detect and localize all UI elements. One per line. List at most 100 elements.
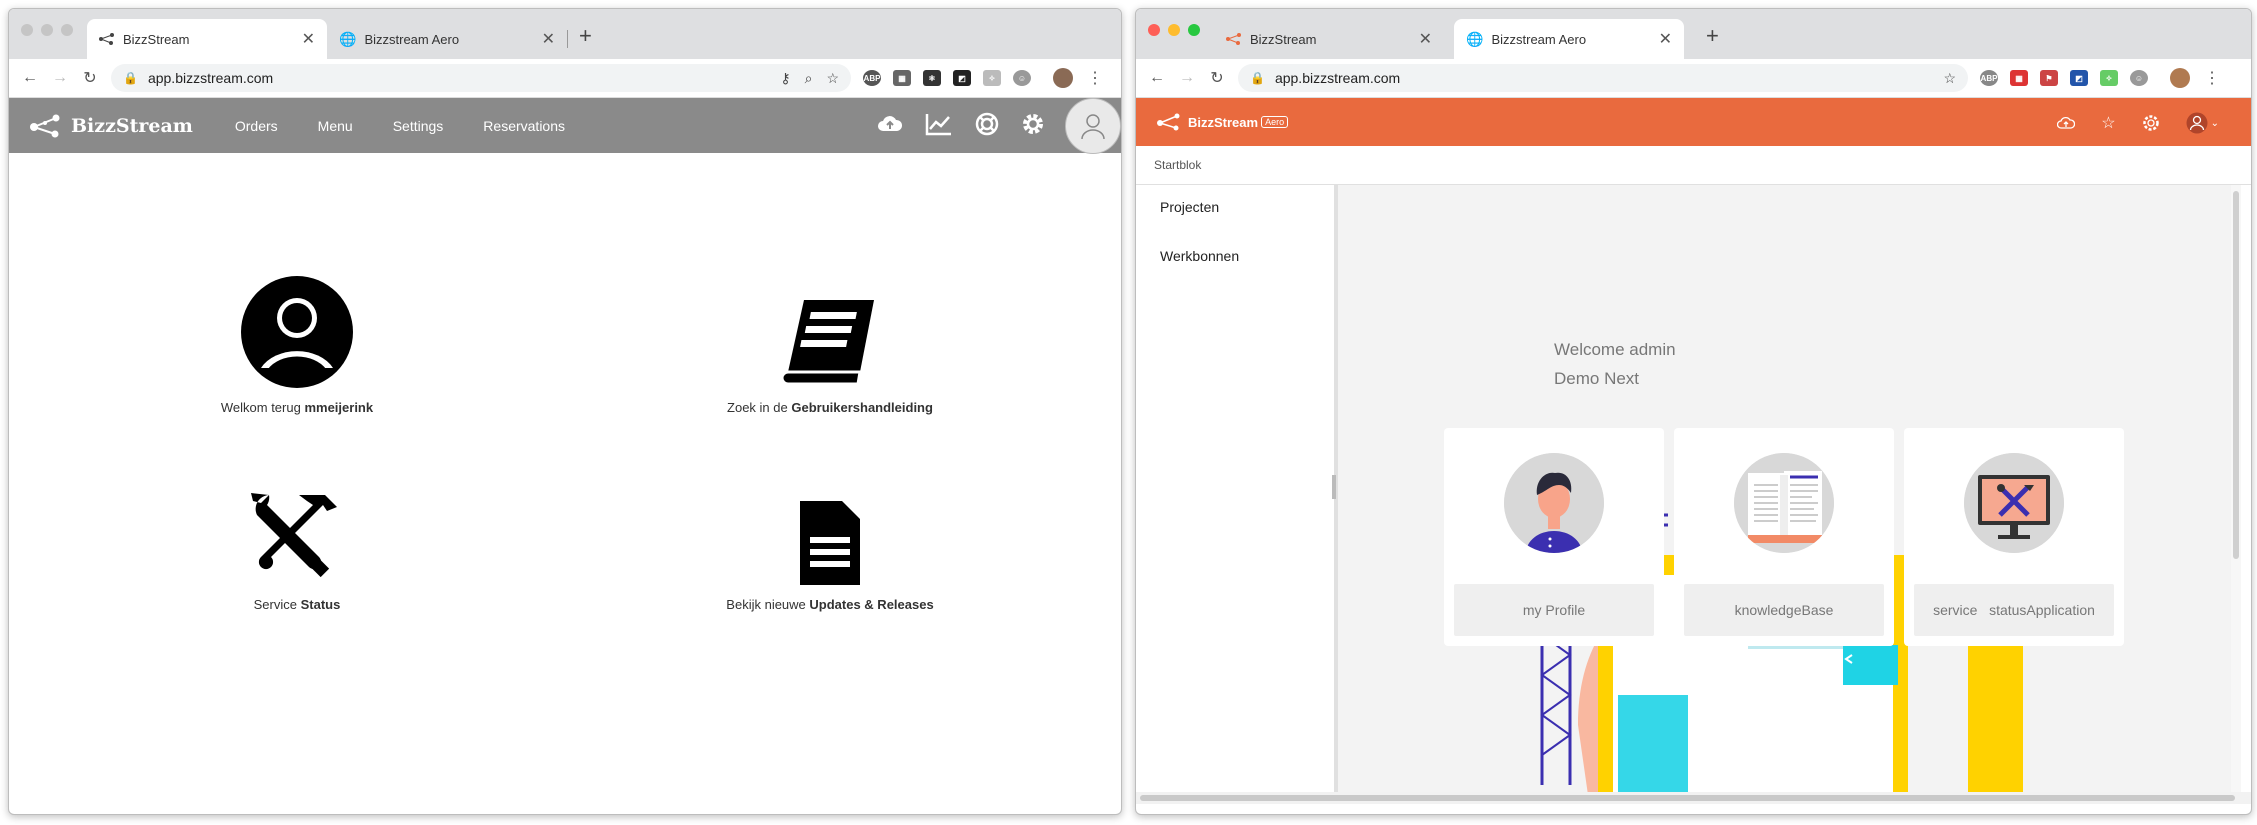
star-icon[interactable]: ☆ xyxy=(2101,113,2115,133)
gear-icon[interactable] xyxy=(1021,112,1045,136)
zoom-window-button[interactable] xyxy=(61,24,73,36)
welcome-text: Welcome admin Demo Next xyxy=(1554,335,1676,393)
extensions: ABP ▦ ⚛ ◩ ✧ ☺ xyxy=(863,68,1073,88)
close-tab-icon[interactable]: ✕ xyxy=(542,29,555,49)
profile-avatar[interactable] xyxy=(2170,68,2190,88)
key-icon[interactable]: ⚷ xyxy=(780,70,790,87)
tile-user-manual[interactable]: Zoek in de Gebruikershandleiding xyxy=(590,278,1070,415)
menu-orders[interactable]: Orders xyxy=(215,118,298,134)
minimize-window-button[interactable] xyxy=(41,24,53,36)
vertical-scrollbar[interactable] xyxy=(2231,185,2241,792)
card-service-status[interactable]: service statusApplication xyxy=(1904,428,2124,646)
sidebar-item-werkbonnen[interactable]: Werkbonnen xyxy=(1136,248,1334,264)
extension-icon[interactable]: ☺ xyxy=(2130,70,2148,86)
close-window-button[interactable] xyxy=(1148,24,1160,36)
caption-strong: mmeijerink xyxy=(304,400,374,415)
tab-strip: BizzStream ✕ 🌐 Bizzstream Aero ✕ + xyxy=(9,9,1121,59)
extension-icon[interactable]: ▦ xyxy=(2010,70,2028,86)
extension-icon[interactable]: ◩ xyxy=(2070,70,2088,86)
extension-icon[interactable]: ☺ xyxy=(1013,70,1031,86)
sidebar-item-projecten[interactable]: Projecten xyxy=(1136,199,1334,215)
cloud-upload-icon[interactable] xyxy=(877,112,903,136)
caption-strong: Gebruikershandleiding xyxy=(791,400,933,415)
url-field[interactable]: 🔒 app.bizzstream.com ⚷ ⌕ ☆ xyxy=(111,64,851,92)
card-knowledge-base[interactable]: knowledgeBase xyxy=(1674,428,1894,646)
tile-service-status[interactable]: Service Status xyxy=(57,475,537,612)
tile-caption: Bekijk nieuwe Updates & Releases xyxy=(590,597,1070,612)
close-tab-icon[interactable]: ✕ xyxy=(1659,29,1672,49)
reload-icon[interactable]: ↻ xyxy=(1202,68,1232,88)
browser-menu-icon[interactable]: ⋮ xyxy=(1087,68,1103,88)
card-my-profile[interactable]: my Profile xyxy=(1444,428,1664,646)
extension-icon[interactable]: ⚑ xyxy=(2040,70,2058,86)
forward-icon[interactable]: → xyxy=(1172,69,1202,87)
tab-bizzstream-aero[interactable]: 🌐 Bizzstream Aero ✕ xyxy=(1454,19,1684,59)
scrollbar-thumb[interactable] xyxy=(2233,191,2239,559)
globe-icon: 🌐 xyxy=(1466,30,1484,47)
bizzstream-favicon-icon xyxy=(99,33,114,45)
zoom-icon[interactable]: ⌕ xyxy=(805,70,813,87)
card-label: service statusApplication xyxy=(1914,584,2114,636)
caption-prefix: Welkom terug xyxy=(220,400,305,415)
user-icon xyxy=(1081,114,1105,140)
back-icon[interactable]: ← xyxy=(1142,69,1172,87)
cloud-upload-icon[interactable] xyxy=(2057,115,2076,131)
extension-icon[interactable]: ◩ xyxy=(953,70,971,86)
tab-label: BizzStream xyxy=(1250,31,1317,47)
user-avatar[interactable] xyxy=(1065,98,1121,154)
tools-icon xyxy=(251,493,337,578)
user-icon xyxy=(2186,112,2208,134)
user-menu[interactable]: ⌄ xyxy=(2186,112,2219,134)
lock-icon: 🔒 xyxy=(123,71,138,85)
reload-icon[interactable]: ↻ xyxy=(75,68,105,88)
menu-menu[interactable]: Menu xyxy=(298,118,373,134)
zoom-window-button[interactable] xyxy=(1188,24,1200,36)
tab-strip: BizzStream ✕ 🌐 Bizzstream Aero ✕ + xyxy=(1136,9,2251,59)
close-window-button[interactable] xyxy=(21,24,33,36)
chart-icon[interactable] xyxy=(925,112,953,136)
adblock-extension-icon[interactable]: ABP xyxy=(863,70,881,86)
brand-logo[interactable]: BizzStream Aero xyxy=(1156,113,1289,131)
new-tab-icon[interactable]: + xyxy=(579,23,592,49)
menu-settings[interactable]: Settings xyxy=(373,118,464,134)
tab-bizzstream-aero[interactable]: 🌐 Bizzstream Aero ✕ xyxy=(327,19,567,59)
extension-icon[interactable]: ✧ xyxy=(983,70,1001,86)
new-tab-icon[interactable]: + xyxy=(1706,23,1719,49)
tile-updates-releases[interactable]: Bekijk nieuwe Updates & Releases xyxy=(590,475,1070,612)
bookmark-star-icon[interactable]: ☆ xyxy=(1943,70,1956,87)
brand-name: BizzStream xyxy=(1188,114,1259,130)
tile-welcome[interactable]: Welkom terug mmeijerink xyxy=(57,276,537,415)
url-field[interactable]: 🔒 app.bizzstream.com ☆ xyxy=(1238,64,1968,92)
tab-bizzstream[interactable]: BizzStream ✕ xyxy=(87,19,327,59)
brand-logo[interactable]: BizzStream xyxy=(29,114,193,138)
browser-menu-icon[interactable]: ⋮ xyxy=(2204,68,2220,88)
react-extension-icon[interactable]: ⚛ xyxy=(923,70,941,86)
menu-reservations[interactable]: Reservations xyxy=(463,118,585,134)
bizzstream-logo-icon xyxy=(1157,113,1180,131)
sidebar-resize-handle[interactable] xyxy=(1332,475,1336,499)
breadcrumb-item[interactable]: Startblok xyxy=(1154,158,1201,172)
horizontal-scrollbar[interactable] xyxy=(1136,792,2251,804)
app-navbar: BizzStream Aero ☆ ⌄ xyxy=(1136,98,2251,146)
extension-icon[interactable]: ▦ xyxy=(893,70,911,86)
back-icon[interactable]: ← xyxy=(15,69,45,87)
lifebuoy-icon[interactable] xyxy=(975,112,999,136)
scrollbar-thumb[interactable] xyxy=(1140,795,2235,801)
aero-badge: Aero xyxy=(1261,116,1289,128)
adblock-extension-icon[interactable]: ABP xyxy=(1980,70,1998,86)
tile-caption: Zoek in de Gebruikershandleiding xyxy=(590,400,1070,415)
tab-bizzstream[interactable]: BizzStream ✕ xyxy=(1214,19,1444,59)
extension-icon[interactable]: ✧ xyxy=(2100,70,2118,86)
book-icon xyxy=(782,300,874,386)
forward-icon[interactable]: → xyxy=(45,69,75,87)
close-tab-icon[interactable]: ✕ xyxy=(1419,29,1432,49)
bookmark-star-icon[interactable]: ☆ xyxy=(826,70,839,87)
gear-icon[interactable] xyxy=(2142,114,2160,132)
close-tab-icon[interactable]: ✕ xyxy=(302,29,315,49)
bizzstream-favicon-icon xyxy=(1226,33,1241,45)
brand-name: BizzStream xyxy=(71,114,193,137)
profile-avatar[interactable] xyxy=(1053,68,1073,88)
lock-icon: 🔒 xyxy=(1250,71,1265,85)
minimize-window-button[interactable] xyxy=(1168,24,1180,36)
chevron-down-icon: ⌄ xyxy=(2210,117,2219,129)
